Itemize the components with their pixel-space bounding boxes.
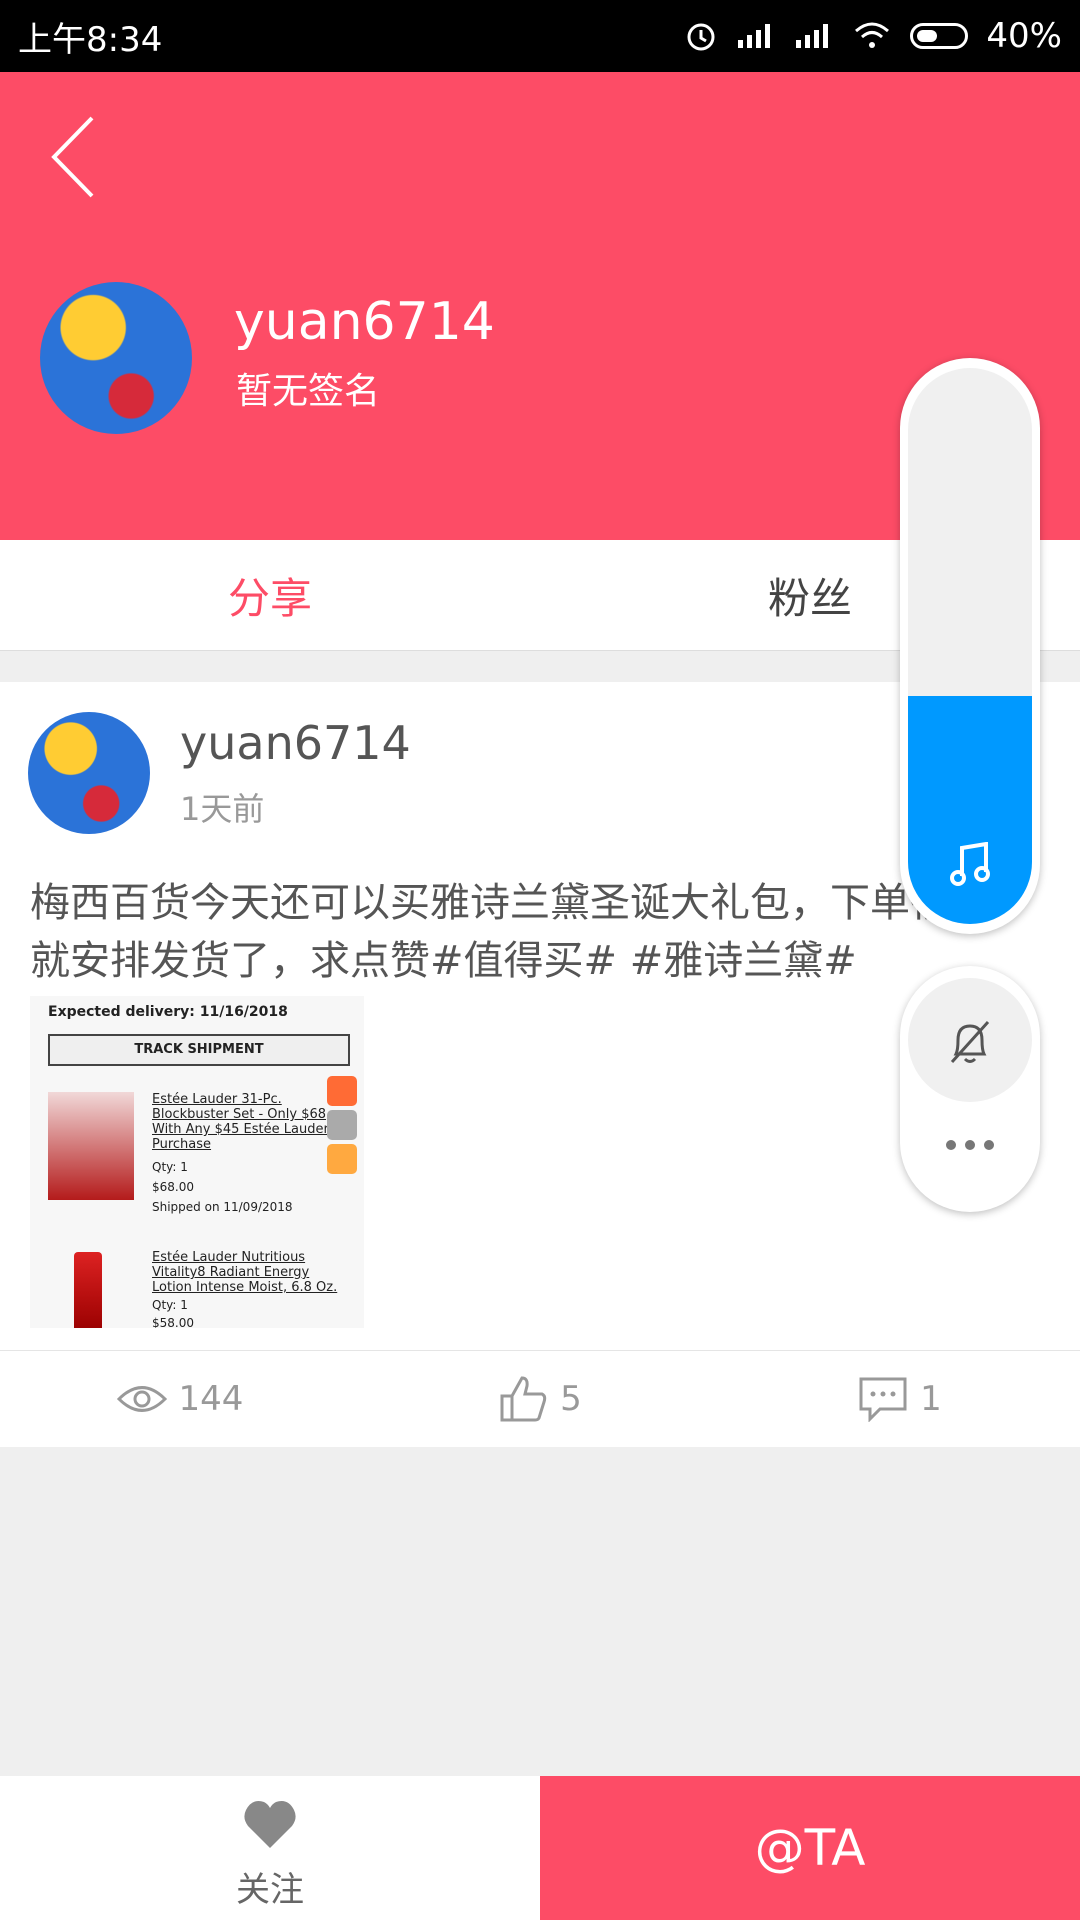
product-price-2: $58.00 [152,1316,194,1328]
track-shipment-label: TRACK SHIPMENT [48,1034,350,1066]
view-count: 144 [0,1379,360,1419]
bottom-action-bar: 关注 @TA [0,1776,1080,1920]
follow-button[interactable]: 关注 [0,1776,540,1920]
post-avatar[interactable] [28,712,150,834]
mute-toggle[interactable] [908,978,1032,1102]
post-stats: 144 5 1 [0,1350,1080,1447]
comment-count: 1 [920,1379,942,1419]
product-image-lotion [74,1252,102,1328]
receipt-side-user [327,1144,357,1174]
tab-share[interactable]: 分享 [0,565,540,626]
receipt-delivery: Expected delivery: 11/16/2018 [48,1004,288,1020]
like-count: 5 [560,1379,582,1419]
view-count-value: 144 [178,1379,244,1419]
volume-track[interactable] [908,368,1032,924]
at-ta-button[interactable]: @TA [540,1776,1080,1920]
bell-off-icon [950,1020,990,1064]
post-username[interactable]: yuan6714 [180,716,411,770]
product-qty-2: Qty: 1 [152,1298,188,1312]
more-icon[interactable] [944,1138,996,1152]
music-note-icon [950,842,990,886]
follow-label: 关注 [236,1870,304,1910]
like-button[interactable]: 5 [360,1374,720,1424]
product-qty-1: Qty: 1 [152,1160,188,1174]
volume-fill [908,696,1032,924]
product-image-gift-set [48,1092,134,1200]
receipt-side-badge [327,1076,357,1106]
signal-icon [738,24,771,48]
product-title-1: Estée Lauder 31-Pc. Blockbuster Set - On… [152,1092,329,1152]
product-price-1: $68.00 [152,1180,194,1194]
battery-percent: 40% [986,16,1062,56]
thumbs-up-icon [500,1376,547,1422]
product-title-2: Estée Lauder Nutritious Vitality8 Radian… [152,1250,338,1295]
back-icon[interactable] [46,112,106,202]
receipt-side-gear [327,1110,357,1140]
profile-signature: 暂无签名 [236,371,381,412]
avatar[interactable] [40,282,192,434]
comment-icon [859,1377,907,1422]
signal-icon-2 [796,24,829,48]
post-time: 1天前 [180,790,265,828]
status-icons: 40% [684,16,1062,56]
heart-icon [244,1801,296,1848]
eye-icon [116,1386,167,1412]
post-text: 梅西百货今天还可以买雅诗兰黛圣诞大礼包，下单很快就安排发货了，求点赞#值得买# … [30,880,990,984]
alarm-icon [687,23,715,51]
profile-username: yuan6714 [234,292,495,352]
status-time: 上午8:34 [18,19,163,60]
volume-slider[interactable] [900,358,1040,934]
status-bar: 上午8:34 40% [0,0,1080,72]
sound-mode-panel [900,966,1040,1212]
battery-icon [910,23,969,49]
product-shipped-1: Shipped on 11/09/2018 [152,1200,293,1214]
wifi-icon [855,22,890,48]
comment-button[interactable]: 1 [720,1376,1080,1422]
post-image[interactable]: Expected delivery: 11/16/2018 TRACK SHIP… [30,996,364,1328]
